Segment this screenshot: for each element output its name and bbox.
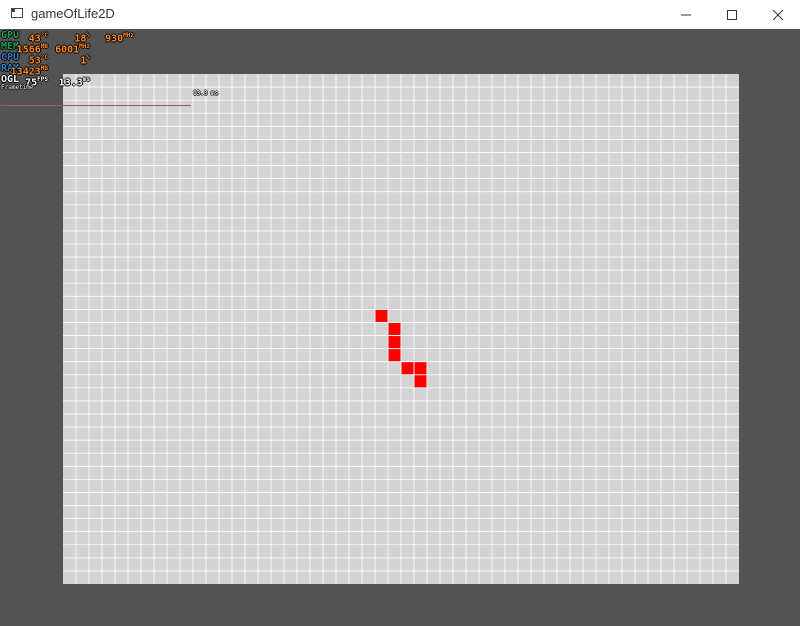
frametime-graph-line bbox=[1, 105, 191, 106]
close-icon bbox=[773, 9, 783, 20]
app-window-icon bbox=[11, 8, 23, 18]
frametime-label: Frametime bbox=[1, 84, 34, 91]
window-title: gameOfLife2D bbox=[31, 6, 115, 21]
frametime-value: 13.3 ms bbox=[193, 90, 219, 97]
maximize-icon bbox=[727, 9, 737, 20]
alive-cell[interactable] bbox=[401, 362, 414, 375]
alive-cell[interactable] bbox=[414, 362, 427, 375]
close-button[interactable] bbox=[755, 0, 800, 29]
render-viewport[interactable] bbox=[0, 29, 800, 626]
alive-cell[interactable] bbox=[414, 375, 427, 388]
alive-cell[interactable] bbox=[388, 322, 401, 336]
game-board[interactable] bbox=[0, 29, 800, 626]
title-bar[interactable]: gameOfLife2D bbox=[0, 0, 800, 29]
alive-cell[interactable] bbox=[375, 309, 388, 322]
alive-cell[interactable] bbox=[388, 336, 401, 349]
minimize-icon bbox=[681, 14, 691, 15]
alive-cell[interactable] bbox=[388, 349, 401, 362]
maximize-button[interactable] bbox=[709, 0, 755, 29]
minimize-button[interactable] bbox=[663, 0, 709, 29]
